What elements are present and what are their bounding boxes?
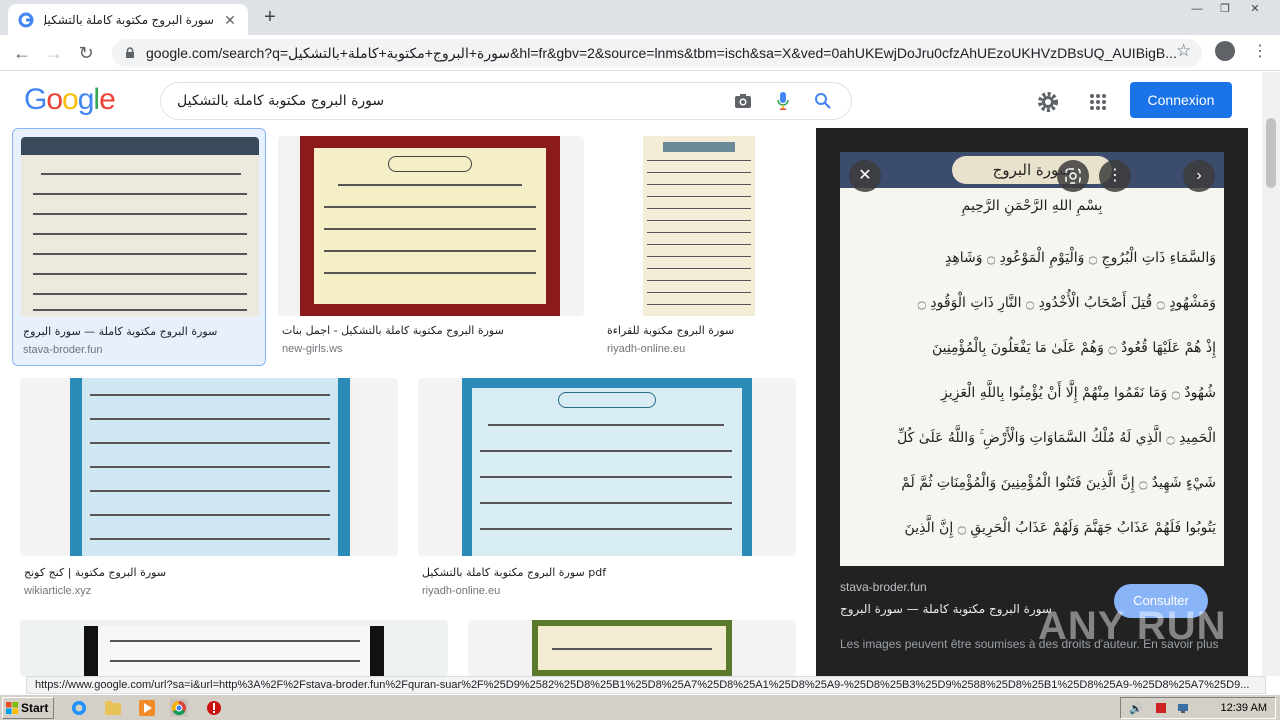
reload-button[interactable]: ↻ (74, 41, 98, 65)
system-tray: 🔊 12:39 AM (1120, 697, 1276, 719)
preview-source[interactable]: stava-broder.fun (840, 580, 927, 594)
logo-letter: G (24, 83, 47, 116)
google-favicon-icon (18, 12, 34, 27)
result-source: riyadh-online.eu (607, 343, 686, 355)
anyrun-watermark: ANY RUN (1038, 604, 1227, 648)
result-title[interactable]: سورة البروج مكتوبة للقراءة (607, 324, 797, 337)
verse-line: الْحَمِيدِ ۝ الَّذِي لَهُ مُلْكُ السَّمَ… (897, 430, 1216, 446)
image-result[interactable]: سورة البروج مكتوبة كاملة — سورة البروج s… (12, 128, 266, 366)
result-thumbnail[interactable] (418, 378, 796, 556)
verse-line: إِذْ هُمْ عَلَيْهَا قُعُودٌ ۝ وَهُمْ عَل… (931, 340, 1216, 356)
image-result[interactable]: سورة البروج مكتوبة كاملة بالتشكيل - اجمل… (278, 128, 584, 366)
internet-explorer-icon[interactable] (70, 699, 88, 717)
result-thumbnail[interactable] (20, 620, 448, 676)
result-title[interactable]: سورة البروج مكتوبة | كنج كونج (24, 566, 394, 579)
image-result[interactable]: سورة البروج مكتوبة للقراءة riyadh-online… (603, 128, 797, 366)
verse-line: وَمَشْهُودٍ ۝ قُتِلَ أَصْحَابُ الْأُخْدُ… (917, 295, 1216, 311)
browser-tab[interactable]: سورة البروج مكتوبة كاملة بالتشكيل - ✕ (8, 4, 248, 35)
preview-basmala: بِسْمِ اللهِ الرَّحْمَنِ الرَّحِيمِ (961, 198, 1103, 214)
browser-toolbar: ← → ↻ google.com/search?q=سورة+البروج+مك… (0, 35, 1280, 71)
sign-in-button[interactable]: Connexion (1130, 82, 1232, 118)
result-title[interactable]: سورة البروج مكتوبة كاملة بالتشكيل - اجمل… (282, 324, 572, 337)
search-box (160, 82, 852, 120)
image-result[interactable] (20, 620, 448, 676)
result-thumbnail[interactable] (20, 378, 398, 556)
folder-icon[interactable] (104, 699, 122, 717)
image-result[interactable]: سورة البروج مكتوبة كاملة بالتشكيل pdf ri… (418, 378, 796, 608)
image-results-grid: سورة البروج مكتوبة كاملة — سورة البروج s… (0, 128, 816, 676)
lens-search-icon[interactable] (1057, 160, 1089, 192)
windows-taskbar: Start 🔊 12:39 AM (0, 694, 1280, 720)
result-source: new-girls.ws (282, 343, 343, 355)
more-options-icon[interactable]: ⋮ (1099, 160, 1131, 192)
verse-line: يَتُوبُوا فَلَهُمْ عَذَابُ جَهَنَّمَ وَل… (904, 520, 1216, 536)
taskbar-clock[interactable]: 12:39 AM (1221, 698, 1267, 718)
result-source: wikiarticle.xyz (24, 585, 92, 597)
scrollbar-thumb[interactable] (1266, 118, 1276, 188)
tab-close-icon[interactable]: ✕ (222, 12, 238, 28)
security-icon[interactable] (1155, 702, 1167, 714)
restore-window-button[interactable]: ❐ (1210, 0, 1240, 18)
result-thumbnail[interactable] (21, 137, 259, 317)
search-input[interactable] (177, 93, 715, 109)
result-source: riyadh-online.eu (422, 585, 501, 597)
start-label: Start (21, 701, 49, 715)
profile-avatar-icon[interactable] (1215, 41, 1235, 61)
result-title[interactable]: سورة البروج مكتوبة كاملة بالتشكيل pdf (422, 566, 792, 579)
google-header: Google Connexion (0, 72, 1280, 128)
minimize-window-button[interactable]: — (1182, 0, 1212, 18)
camera-icon[interactable] (731, 89, 755, 113)
logo-letter: e (99, 83, 116, 116)
close-window-button[interactable]: ✕ (1240, 0, 1270, 18)
start-button[interactable]: Start (2, 697, 54, 719)
result-thumbnail[interactable] (603, 136, 797, 316)
media-player-icon[interactable] (138, 699, 156, 717)
close-preview-icon[interactable]: ✕ (849, 160, 881, 192)
result-thumbnail[interactable] (278, 136, 584, 316)
google-logo[interactable]: Google (24, 83, 116, 117)
tab-title: سورة البروج مكتوبة كاملة بالتشكيل - (44, 12, 214, 27)
network-icon[interactable] (1177, 702, 1189, 714)
status-url-bar: https://www.google.com/url?sa=i&url=http… (26, 676, 1266, 694)
microphone-icon[interactable] (771, 89, 795, 113)
result-thumbnail[interactable] (468, 620, 796, 676)
image-result[interactable]: سورة البروج مكتوبة | كنج كونج wikiarticl… (20, 378, 398, 608)
preview-image[interactable]: سورة البروج بِسْمِ اللهِ الرَّحْمَنِ الر… (840, 152, 1224, 566)
preview-verses: وَالسَّمَاءِ ذَاتِ الْبُرُوجِ ۝ وَالْيَو… (848, 236, 1216, 551)
new-tab-button[interactable]: + (258, 6, 282, 30)
next-image-icon[interactable]: › (1183, 160, 1215, 192)
logo-letter: o (62, 83, 79, 116)
logo-letter: g (77, 83, 95, 116)
windows-flag-icon (6, 702, 18, 714)
logo-letter: o (46, 83, 63, 116)
bookmark-star-icon[interactable]: ☆ (1176, 41, 1191, 61)
address-bar[interactable]: google.com/search?q=سورة+البروج+مكتوبة+ك… (112, 39, 1202, 67)
warning-app-icon[interactable] (205, 699, 223, 717)
lock-icon (126, 47, 134, 58)
address-url[interactable]: google.com/search?q=سورة+البروج+مكتوبة+ك… (146, 45, 1190, 62)
browser-menu-icon[interactable]: ⋮ (1252, 41, 1268, 61)
forward-button[interactable]: → (42, 41, 66, 65)
image-result[interactable] (468, 620, 796, 676)
result-source: stava-broder.fun (23, 344, 103, 356)
chrome-icon[interactable] (170, 699, 188, 717)
volume-icon[interactable]: 🔊 (1129, 699, 1143, 715)
page-scrollbar[interactable] (1262, 72, 1280, 676)
verse-line: شُهُودٌ ۝ وَمَا نَقَمُوا مِنْهُمْ إِلَّا… (941, 385, 1216, 401)
verse-line: شَيْءٍ شَهِيدٌ ۝ إِنَّ الَّذِينَ فَتَنُو… (901, 475, 1216, 491)
settings-gear-icon[interactable] (1036, 90, 1060, 114)
result-title[interactable]: سورة البروج مكتوبة كاملة — سورة البروج (23, 325, 263, 338)
search-icon[interactable] (811, 89, 835, 113)
back-button[interactable]: ← (10, 41, 34, 65)
image-preview-panel: سورة البروج بِسْمِ اللهِ الرَّحْمَنِ الر… (816, 128, 1248, 676)
apps-grid-icon[interactable] (1086, 90, 1110, 114)
preview-title[interactable]: سورة البروج مكتوبة كاملة — سورة البروج (840, 602, 1052, 616)
tab-strip: سورة البروج مكتوبة كاملة بالتشكيل - ✕ + … (0, 0, 1280, 35)
verse-line: وَالسَّمَاءِ ذَاتِ الْبُرُوجِ ۝ وَالْيَو… (945, 250, 1216, 266)
